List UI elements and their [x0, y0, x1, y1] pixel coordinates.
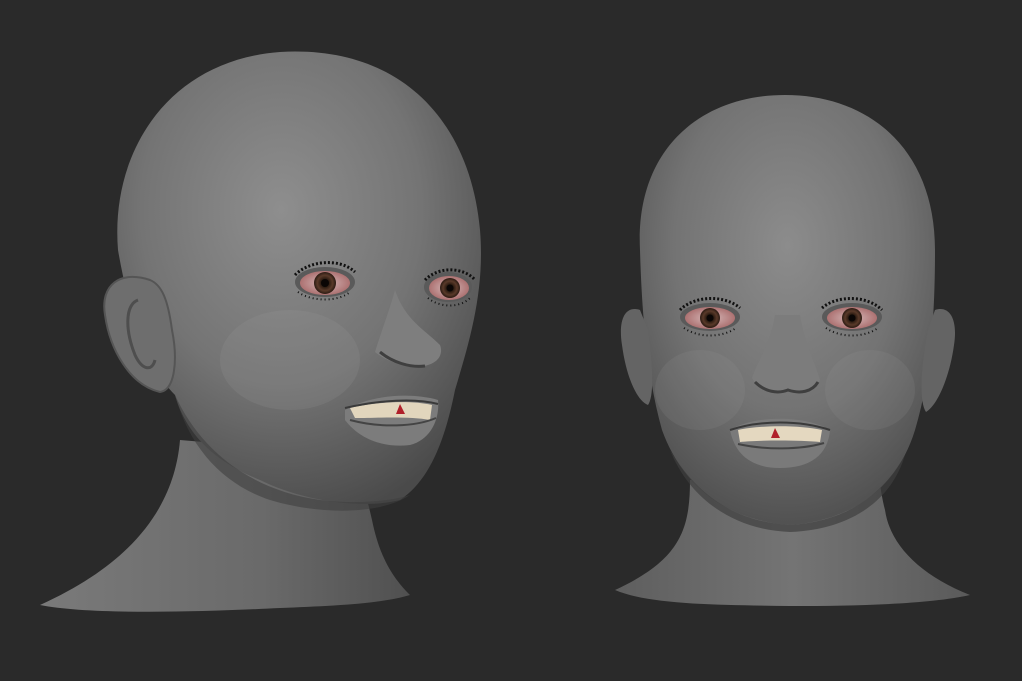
ear-left — [103, 275, 176, 394]
render-canvas — [40, 51, 970, 612]
render-viewport — [0, 0, 1022, 681]
head-front-view — [615, 95, 970, 606]
head-three-quarter-view — [40, 51, 481, 612]
